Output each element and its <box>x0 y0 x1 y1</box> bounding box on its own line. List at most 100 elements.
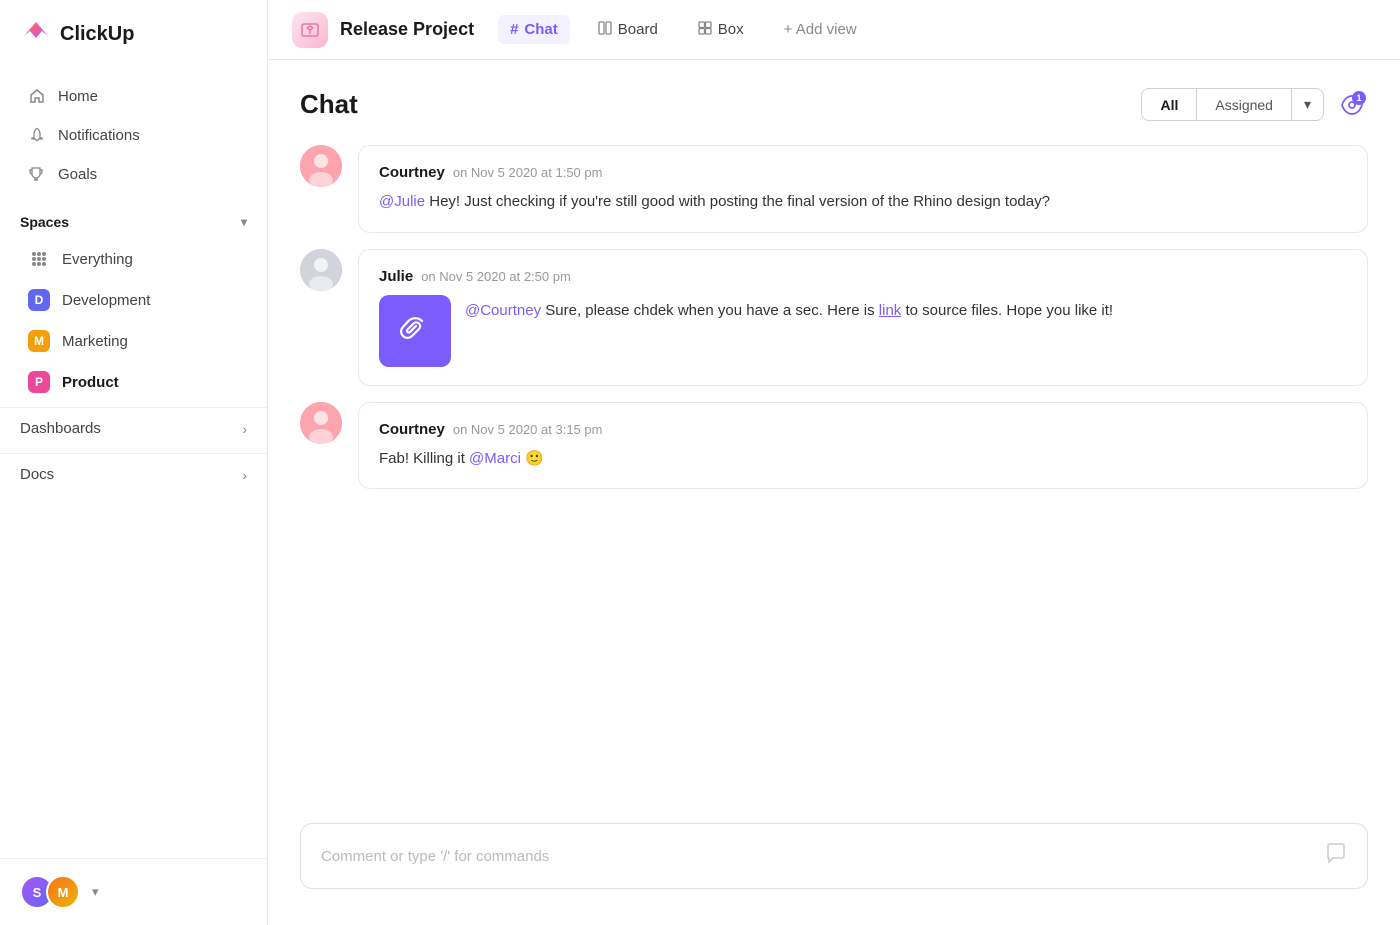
sidebar-nav: Home Notifications Goals <box>0 68 267 202</box>
chat-bubble-icon <box>1325 842 1347 870</box>
attachment-thumb[interactable] <box>379 295 451 367</box>
spaces-chevron-icon: ▾ <box>241 215 247 229</box>
message-bubble-3: Courtney on Nov 5 2020 at 3:15 pm Fab! K… <box>358 402 1368 490</box>
board-icon <box>598 21 612 38</box>
dashboards-label: Dashboards <box>20 420 101 437</box>
attachment-content: @Courtney Sure, please chdek when you ha… <box>379 295 1347 367</box>
message-1: Courtney on Nov 5 2020 at 1:50 pm @Julie… <box>300 145 1368 233</box>
msg3-body: Fab! Killing it <box>379 450 469 467</box>
bell-icon <box>28 126 46 144</box>
development-label: Development <box>62 292 150 309</box>
dashboards-chevron-icon: › <box>242 421 247 437</box>
sidebar-item-marketing[interactable]: M Marketing <box>8 321 259 361</box>
msg2-link[interactable]: link <box>879 302 902 319</box>
spaces-label: Spaces <box>20 214 69 230</box>
msg3-emoji: 🙂 <box>525 450 544 467</box>
message-author-3: Courtney <box>379 421 445 438</box>
goals-label: Goals <box>58 166 97 183</box>
paperclip-icon <box>399 315 431 347</box>
msg2-body: Sure, please chdek when you have a sec. … <box>545 302 879 319</box>
mention-julie[interactable]: @Julie <box>379 193 425 210</box>
sidebar-item-everything[interactable]: Everything <box>8 239 259 279</box>
development-badge: D <box>28 289 50 311</box>
message-author-1: Courtney <box>379 164 445 181</box>
everything-icon <box>28 248 50 270</box>
sidebar-section-docs[interactable]: Docs › <box>0 453 267 495</box>
avatar-stack: S M <box>20 875 80 909</box>
product-label: Product <box>62 374 119 391</box>
spaces-header[interactable]: Spaces ▾ <box>0 202 267 238</box>
box-icon <box>698 21 712 38</box>
content-area: Chat All Assigned ▾ 1 <box>268 60 1400 925</box>
message-header-1: Courtney on Nov 5 2020 at 1:50 pm <box>379 164 1347 181</box>
comment-placeholder: Comment or type '/' for commands <box>321 848 549 865</box>
message-text-1: @Julie Hey! Just checking if you're stil… <box>379 191 1347 214</box>
add-view-label: + Add view <box>784 21 857 38</box>
sidebar-item-home[interactable]: Home <box>8 77 259 115</box>
avatar-julie <box>300 249 342 291</box>
sidebar-item-notifications[interactable]: Notifications <box>8 116 259 154</box>
sidebar-item-product[interactable]: P Product <box>8 362 259 402</box>
clickup-logo-icon <box>20 18 52 50</box>
product-badge: P <box>28 371 50 393</box>
content-header: Chat All Assigned ▾ 1 <box>300 88 1368 121</box>
attachment-message-text: @Courtney Sure, please chdek when you ha… <box>465 295 1113 323</box>
avatar-courtney-2 <box>300 402 342 444</box>
avatar-m: M <box>46 875 80 909</box>
project-icon <box>292 12 328 48</box>
everything-label: Everything <box>62 251 133 268</box>
message-2: Julie on Nov 5 2020 at 2:50 pm @Courtney… <box>300 249 1368 386</box>
watch-badge: 1 <box>1352 91 1366 105</box>
home-icon <box>28 87 46 105</box>
header-controls: All Assigned ▾ 1 <box>1141 88 1368 121</box>
filter-group: All Assigned ▾ <box>1141 88 1324 121</box>
avatar-courtney-1 <box>300 145 342 187</box>
user-bar[interactable]: S M ▾ <box>0 858 267 925</box>
msg1-body: Hey! Just checking if you're still good … <box>429 193 1050 210</box>
marketing-badge: M <box>28 330 50 352</box>
message-time-2: on Nov 5 2020 at 2:50 pm <box>421 269 571 284</box>
sidebar-section-dashboards[interactable]: Dashboards › <box>0 407 267 449</box>
message-bubble-1: Courtney on Nov 5 2020 at 1:50 pm @Julie… <box>358 145 1368 233</box>
trophy-icon <box>28 165 46 183</box>
add-view-button[interactable]: + Add view <box>772 15 869 44</box>
message-header-3: Courtney on Nov 5 2020 at 3:15 pm <box>379 421 1347 438</box>
message-bubble-2: Julie on Nov 5 2020 at 2:50 pm @Courtney… <box>358 249 1368 386</box>
mention-marci[interactable]: @Marci <box>469 450 521 467</box>
page-title: Chat <box>300 89 358 120</box>
messages-list: Courtney on Nov 5 2020 at 1:50 pm @Julie… <box>300 145 1368 807</box>
chat-tab-label: Chat <box>524 21 557 38</box>
tab-box[interactable]: Box <box>686 15 756 44</box>
board-tab-label: Board <box>618 21 658 38</box>
tab-board[interactable]: Board <box>586 15 670 44</box>
msg2-body2: to source files. Hope you like it! <box>905 302 1113 319</box>
docs-label: Docs <box>20 466 54 483</box>
tab-chat[interactable]: # Chat <box>498 15 570 44</box>
message-time-1: on Nov 5 2020 at 1:50 pm <box>453 165 603 180</box>
filter-all-button[interactable]: All <box>1142 89 1196 120</box>
box-tab-label: Box <box>718 21 744 38</box>
sidebar-item-development[interactable]: D Development <box>8 280 259 320</box>
project-header: Release Project <box>292 12 474 48</box>
app-name: ClickUp <box>60 23 134 46</box>
chat-hash-icon: # <box>510 21 518 38</box>
message-3: Courtney on Nov 5 2020 at 3:15 pm Fab! K… <box>300 402 1368 490</box>
project-title: Release Project <box>340 19 474 40</box>
sidebar-item-goals[interactable]: Goals <box>8 155 259 193</box>
filter-dropdown[interactable]: ▾ <box>1291 89 1323 120</box>
chevron-down-icon: ▾ <box>1304 96 1311 113</box>
message-header-2: Julie on Nov 5 2020 at 2:50 pm <box>379 268 1347 285</box>
topbar: Release Project # Chat Board <box>268 0 1400 60</box>
comment-input-area[interactable]: Comment or type '/' for commands <box>300 823 1368 889</box>
spaces-list: Everything D Development M Marketing P P… <box>0 238 267 403</box>
watch-button[interactable]: 1 <box>1336 89 1368 121</box>
user-chevron-icon: ▾ <box>92 884 99 900</box>
notifications-label: Notifications <box>58 127 140 144</box>
docs-chevron-icon: › <box>242 467 247 483</box>
message-author-2: Julie <box>379 268 413 285</box>
mention-courtney[interactable]: @Courtney <box>465 302 541 319</box>
message-time-3: on Nov 5 2020 at 3:15 pm <box>453 422 603 437</box>
filter-assigned-button[interactable]: Assigned <box>1197 89 1291 120</box>
marketing-label: Marketing <box>62 333 128 350</box>
logo[interactable]: ClickUp <box>0 0 267 68</box>
